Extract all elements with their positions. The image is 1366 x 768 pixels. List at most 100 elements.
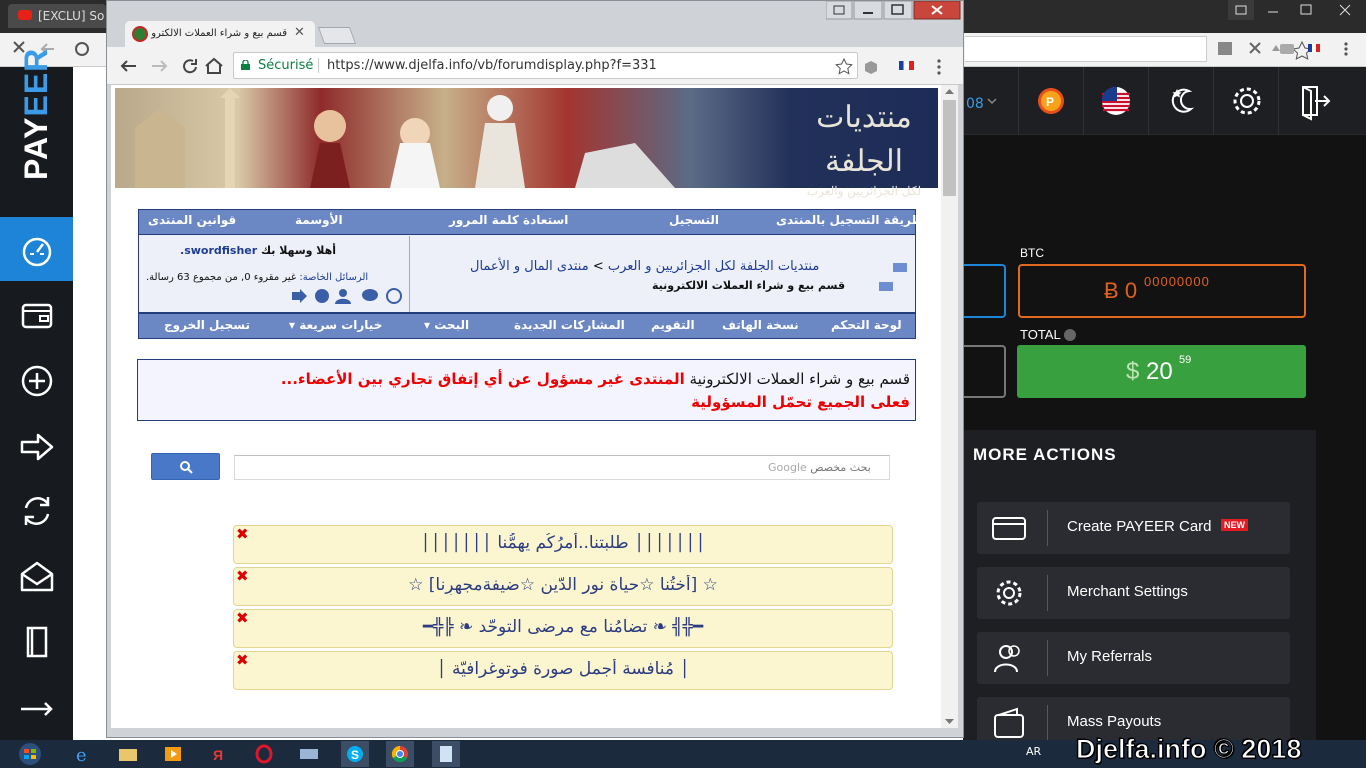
my-referrals-button[interactable]: My Referrals xyxy=(977,632,1290,684)
reload-icon[interactable] xyxy=(183,59,197,74)
dismiss-icon[interactable]: ✖ xyxy=(236,611,250,626)
menu-icon[interactable] xyxy=(937,59,941,63)
background-tab-title: [EXCLU] So xyxy=(38,9,105,23)
background-address-bar[interactable] xyxy=(965,36,1207,62)
add-friend-icon[interactable] xyxy=(339,289,347,297)
gear-icon xyxy=(996,580,1022,606)
dismiss-icon[interactable]: ✖ xyxy=(236,569,250,584)
wallet-icon[interactable] xyxy=(18,297,56,335)
background-window-controls[interactable] xyxy=(1228,0,1366,20)
dismiss-icon[interactable]: ✖ xyxy=(236,653,250,668)
nav-search[interactable]: البحث ▾ xyxy=(424,318,469,332)
more-actions-title: MORE ACTIONS xyxy=(973,445,1117,464)
forward-icon[interactable] xyxy=(152,60,168,72)
nav-registration-method[interactable]: طريقة التسجيل بالمنتدى xyxy=(776,213,923,227)
balance-box-partial-2[interactable] xyxy=(962,345,1006,398)
private-messages[interactable]: الرسائل الخاصة: غير مقروء 0, من مجموع 63… xyxy=(146,272,368,283)
svg-text:P: P xyxy=(1046,95,1054,109)
home-icon[interactable] xyxy=(205,57,223,74)
expand-arrow-icon[interactable] xyxy=(18,690,56,728)
folder-icon xyxy=(879,282,893,291)
tab-title: قسم بيع و شراء العملات الالكترو xyxy=(151,28,287,39)
dropdown-arrow-icon: ▾ xyxy=(289,318,296,332)
btc-balance-box[interactable] xyxy=(1018,264,1306,318)
svg-text:S: S xyxy=(351,748,359,762)
notice-line-1: قسم بيع و شراء العملات الالكترونية المنت… xyxy=(280,370,910,388)
balance-box-partial[interactable] xyxy=(962,264,1006,318)
front-toolbar-icons xyxy=(835,57,941,75)
language-indicator[interactable]: AR xyxy=(1026,745,1041,758)
book-icon[interactable] xyxy=(18,622,56,660)
settings-gear-icon[interactable] xyxy=(1213,67,1279,135)
breadcrumb-parent[interactable]: منتدى المال و الأعمال xyxy=(470,259,589,274)
taskbar-skype-icon[interactable]: S xyxy=(341,741,369,767)
merchant-settings-button[interactable]: Merchant Settings xyxy=(977,567,1290,619)
total-balance: $ 20 xyxy=(1126,358,1173,385)
taskbar-media-icon[interactable] xyxy=(160,741,188,767)
logout-arrow-icon[interactable] xyxy=(292,289,307,303)
url-text[interactable]: https://www.djelfa.info/vb/forumdisplay.… xyxy=(327,58,657,73)
new-tab-button[interactable] xyxy=(317,27,357,44)
nav-new-posts[interactable]: المشاركات الجديدة xyxy=(514,318,625,332)
search-button[interactable] xyxy=(151,453,220,480)
taskbar-keyboard-icon[interactable] xyxy=(295,741,323,767)
total-label[interactable]: TOTAL xyxy=(1020,327,1076,342)
taskbar-yandex-icon[interactable]: Я xyxy=(205,741,233,767)
chat-icon[interactable] xyxy=(362,289,378,301)
nav-control-panel[interactable]: لوحة التحكم xyxy=(831,318,902,332)
breadcrumb: منتديات الجلفة لكل الجزائريين و العرب > … xyxy=(470,259,820,274)
scroll-up-icon[interactable] xyxy=(944,88,955,96)
chevron-down-icon[interactable] xyxy=(1063,329,1076,341)
front-window-controls[interactable] xyxy=(826,1,962,20)
tab-forum[interactable]: قسم بيع و شراء العملات الالكترو xyxy=(125,21,315,47)
transfer-icon[interactable] xyxy=(18,428,56,466)
start-button-icon[interactable] xyxy=(10,742,50,766)
nav-calendar[interactable]: التقويم xyxy=(651,318,695,332)
announcement-item[interactable]: ✖ │││││││ طلبتنا..أمرُكُم يهمُّنا │││││││ xyxy=(233,525,893,564)
bookmark-star-icon[interactable] xyxy=(835,57,853,75)
dashboard-icon[interactable] xyxy=(18,232,56,270)
mail-icon[interactable] xyxy=(18,558,56,596)
taskbar-chrome-icon[interactable] xyxy=(386,741,414,767)
breadcrumb-root[interactable]: منتديات الجلفة لكل الجزائريين و العرب xyxy=(608,259,819,274)
logout-icon[interactable] xyxy=(1278,67,1344,135)
nav-register[interactable]: التسجيل xyxy=(669,213,719,227)
clock-icon[interactable] xyxy=(386,288,402,304)
announcement-item[interactable]: ✖ ☆ [أختُنا ☆حياة نور الدّين ☆ضيفةمجهرِنا… xyxy=(233,567,893,606)
mass-payouts-label: Mass Payouts xyxy=(1067,713,1162,730)
nav-mobile-version[interactable]: نسخة الهاتف xyxy=(722,318,799,332)
youtube-icon xyxy=(18,10,32,20)
nav-badges[interactable]: الأوسمة xyxy=(295,213,343,227)
scroll-thumb[interactable] xyxy=(943,100,956,196)
nav-logout[interactable]: تسجيل الخروج xyxy=(164,318,250,332)
settings-icon[interactable] xyxy=(315,289,329,303)
lock-icon xyxy=(241,60,250,70)
username-link[interactable]: swordfisher. xyxy=(180,244,257,257)
nav-recover-password[interactable]: استعادة كلمة المرور xyxy=(449,213,568,227)
announcement-item[interactable]: ✖ │ مُنافسة أجمل صورة فوتوغرافيّة │ xyxy=(233,651,893,690)
add-icon[interactable] xyxy=(18,362,56,400)
announcement-item[interactable]: ✖ ━╬╣ ❧ تضامُنا مع مرضى التوحّد ❧ ╠╬━ xyxy=(233,609,893,648)
us-flag-icon[interactable] xyxy=(1083,67,1149,135)
folder-icon xyxy=(893,263,907,272)
exchange-icon[interactable] xyxy=(18,492,56,530)
night-mode-icon[interactable] xyxy=(1148,67,1214,135)
back-icon[interactable] xyxy=(120,60,136,72)
nav-quick-options[interactable]: خيارات سريعة ▾ xyxy=(289,318,382,332)
nav-forum-rules[interactable]: قوانين المنتدى xyxy=(148,213,236,227)
background-tab-youtube[interactable]: [EXCLU] So xyxy=(8,4,106,28)
topbar-payeer-coin[interactable]: P xyxy=(1018,67,1084,135)
taskbar-ie-icon[interactable]: e xyxy=(70,741,98,767)
new-badge: NEW xyxy=(1221,519,1248,531)
taskbar-opera-icon[interactable] xyxy=(250,741,278,767)
extension-icon[interactable] xyxy=(865,61,877,74)
taskbar-explorer-icon[interactable] xyxy=(114,741,142,767)
notice-line-2: فعلى الجميع تحمّل المسؤولية xyxy=(691,393,910,411)
dismiss-icon[interactable]: ✖ xyxy=(236,527,250,542)
taskbar-notepad-icon[interactable] xyxy=(432,741,460,767)
forum-notice xyxy=(137,359,916,421)
background-toolbar-icons[interactable] xyxy=(1216,38,1366,60)
chevron-down-icon[interactable] xyxy=(986,96,998,106)
close-tab-icon[interactable]: ✕ xyxy=(294,26,308,40)
scroll-down-icon[interactable] xyxy=(944,718,955,726)
